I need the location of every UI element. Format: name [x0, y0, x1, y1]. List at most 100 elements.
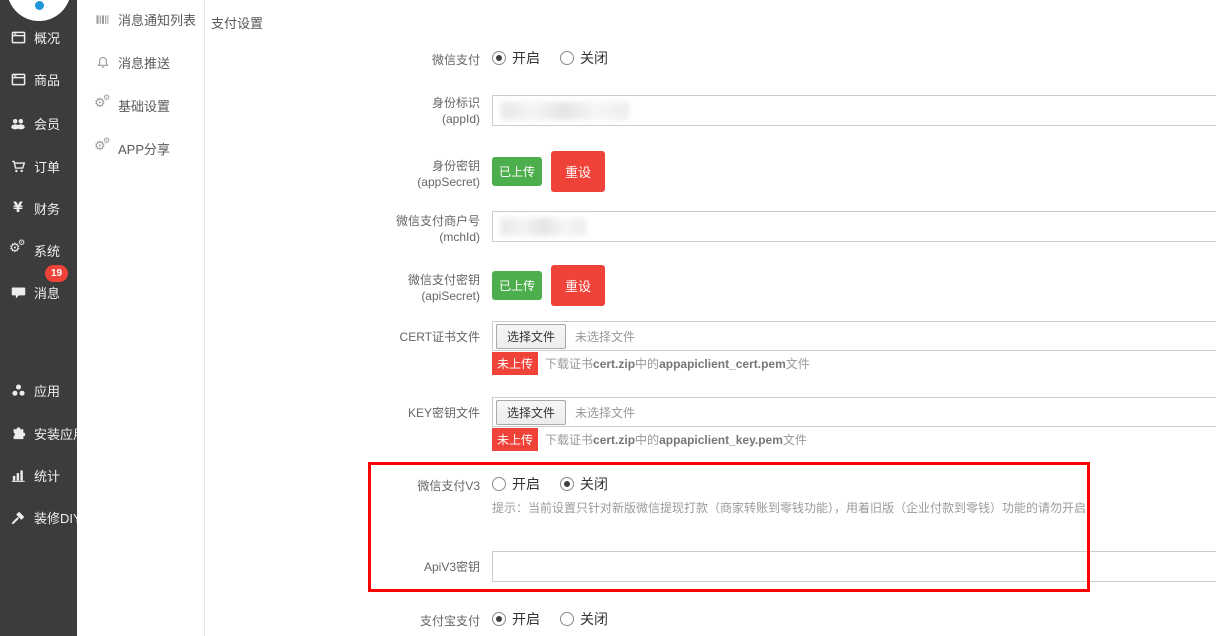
field-label: 微信支付密钥	[205, 272, 480, 288]
sidebar-item-orders[interactable]: 订单	[9, 156, 60, 176]
submenu-item-label: 基础设置	[118, 96, 170, 115]
gears-icon: ⚙⚙	[94, 97, 111, 113]
field-label: 身份标识	[205, 95, 480, 111]
sidebar-item-label: 装修DIY	[34, 508, 82, 527]
submenu-item-app-share[interactable]: ⚙⚙ APP分享	[94, 137, 170, 159]
radio-unchecked-icon[interactable]	[492, 477, 506, 491]
submenu-item-basic-settings[interactable]: ⚙⚙ 基础设置	[94, 94, 170, 116]
radio-checked-icon[interactable]	[560, 477, 574, 491]
bell-icon	[94, 54, 111, 70]
submenu-item-label: 消息通知列表	[118, 10, 196, 29]
radio-unchecked-icon[interactable]	[560, 612, 574, 626]
users-icon	[9, 115, 27, 131]
sidebar-item-products[interactable]: 商品	[9, 69, 60, 89]
apiv3-key-input[interactable]	[492, 551, 1216, 582]
sidebar-item-label: 统计	[34, 466, 60, 485]
choose-file-button[interactable]: 选择文件	[496, 324, 566, 349]
radio-unchecked-icon[interactable]	[560, 51, 574, 65]
sidebar-item-apps[interactable]: 应用	[9, 380, 60, 400]
field-label: 身份密钥	[205, 158, 480, 174]
window-icon	[9, 29, 27, 45]
field-label: 微信支付V3	[205, 478, 480, 494]
choose-file-button[interactable]: 选择文件	[496, 400, 566, 425]
main-content: 支付设置 微信支付 开启 关闭 身份标识 (appId)	[205, 0, 1216, 636]
radio-option-on[interactable]: 开启	[492, 474, 540, 494]
appid-input[interactable]	[492, 95, 1216, 126]
cart-icon	[9, 158, 27, 174]
app-window: 概况 商品 会员 订单 ¥ 财务 ⚙⚙	[0, 0, 1216, 636]
radio-option-on[interactable]: 开启	[492, 609, 540, 629]
sidebar-item-members[interactable]: 会员	[9, 113, 60, 133]
wechat-pay-radio-group: 开启 关闭	[492, 48, 608, 68]
field-label: 支付宝支付	[205, 613, 480, 629]
list-bars-icon	[94, 11, 111, 27]
sidebar-item-label: 消息	[34, 283, 60, 302]
sidebar-item-install-apps[interactable]: 安装应用	[9, 423, 86, 443]
cert-file-input[interactable]: 选择文件 未选择文件	[492, 321, 1216, 351]
uploaded-badge: 已上传	[492, 157, 542, 186]
wechat-pay-v3-radio-group: 开启 关闭	[492, 474, 608, 494]
pem-filename: appapiclient_cert.pem	[659, 357, 786, 371]
comment-icon	[9, 284, 27, 300]
field-label: KEY密钥文件	[205, 405, 480, 421]
sidebar-item-label: 财务	[34, 199, 60, 218]
sidebar-item-label: 会员	[34, 114, 60, 133]
bar-chart-icon	[9, 467, 27, 483]
key-upload-hint: 未上传 下载证书 cert.zip 中的 appapiclient_key.pe…	[492, 428, 807, 451]
field-label: 微信支付	[205, 52, 480, 68]
reset-button[interactable]: 重设	[551, 151, 605, 192]
gears-icon: ⚙⚙	[9, 242, 27, 258]
submenu-item-notification-list[interactable]: 消息通知列表	[94, 8, 196, 30]
sidebar-item-decorate-diy[interactable]: 装修DIY	[9, 507, 82, 527]
sidebar-item-label: 订单	[34, 157, 60, 176]
mchid-input[interactable]	[492, 211, 1216, 242]
submenu-item-label: 消息推送	[118, 53, 170, 72]
radio-checked-icon[interactable]	[492, 612, 506, 626]
radio-option-off[interactable]: 关闭	[560, 609, 608, 629]
gears-icon: ⚙⚙	[94, 140, 111, 156]
sidebar-item-label: 应用	[34, 381, 60, 400]
alipay-radio-group: 开启 关闭	[492, 609, 608, 629]
sidebar-item-messages[interactable]: 消息	[9, 282, 60, 302]
no-file-text: 未选择文件	[575, 328, 635, 345]
uploaded-badge: 已上传	[492, 271, 542, 300]
sidebar-item-system[interactable]: ⚙⚙ 系统	[9, 240, 60, 260]
field-sublabel: (mchId)	[205, 229, 480, 245]
avatar-logo-dot	[35, 1, 44, 10]
sidebar-item-label: 系统	[34, 241, 60, 260]
unread-count-badge: 19	[45, 265, 68, 282]
radio-option-on[interactable]: 开启	[492, 48, 540, 68]
not-uploaded-badge: 未上传	[492, 428, 538, 451]
window-icon	[9, 71, 27, 87]
sidebar-item-statistics[interactable]: 统计	[9, 465, 60, 485]
radio-checked-icon[interactable]	[492, 51, 506, 65]
hammer-icon	[9, 509, 27, 525]
submenu-item-message-push[interactable]: 消息推送	[94, 51, 170, 73]
radio-option-off[interactable]: 关闭	[560, 48, 608, 68]
reset-button[interactable]: 重设	[551, 265, 605, 306]
zip-filename: cert.zip	[593, 357, 635, 371]
no-file-text: 未选择文件	[575, 404, 635, 421]
field-sublabel: (appSecret)	[205, 174, 480, 190]
primary-sidebar: 概况 商品 会员 订单 ¥ 财务 ⚙⚙	[0, 0, 77, 636]
cert-upload-hint: 未上传 下载证书 cert.zip 中的 appapiclient_cert.p…	[492, 352, 810, 375]
pem-filename: appapiclient_key.pem	[659, 433, 783, 447]
sidebar-item-finance[interactable]: ¥ 财务	[9, 198, 60, 218]
zip-filename: cert.zip	[593, 433, 635, 447]
sidebar-item-label: 商品	[34, 70, 60, 89]
avatar[interactable]	[7, 0, 71, 21]
submenu-item-label: APP分享	[118, 139, 170, 158]
blurred-value	[501, 102, 629, 120]
field-sublabel: (appId)	[205, 111, 480, 127]
page-title: 支付设置	[211, 13, 263, 32]
apps-icon	[9, 382, 27, 398]
radio-option-off[interactable]: 关闭	[560, 474, 608, 494]
appsecret-controls: 已上传 重设	[492, 151, 605, 192]
puzzle-icon	[9, 425, 27, 441]
not-uploaded-badge: 未上传	[492, 352, 538, 375]
secondary-sidebar: 消息通知列表 消息推送 ⚙⚙ 基础设置 ⚙⚙ APP分享	[77, 0, 205, 636]
apisecret-controls: 已上传 重设	[492, 265, 605, 306]
sidebar-item-overview[interactable]: 概况	[9, 27, 60, 47]
key-file-input[interactable]: 选择文件 未选择文件	[492, 397, 1216, 427]
blurred-value	[501, 218, 586, 236]
